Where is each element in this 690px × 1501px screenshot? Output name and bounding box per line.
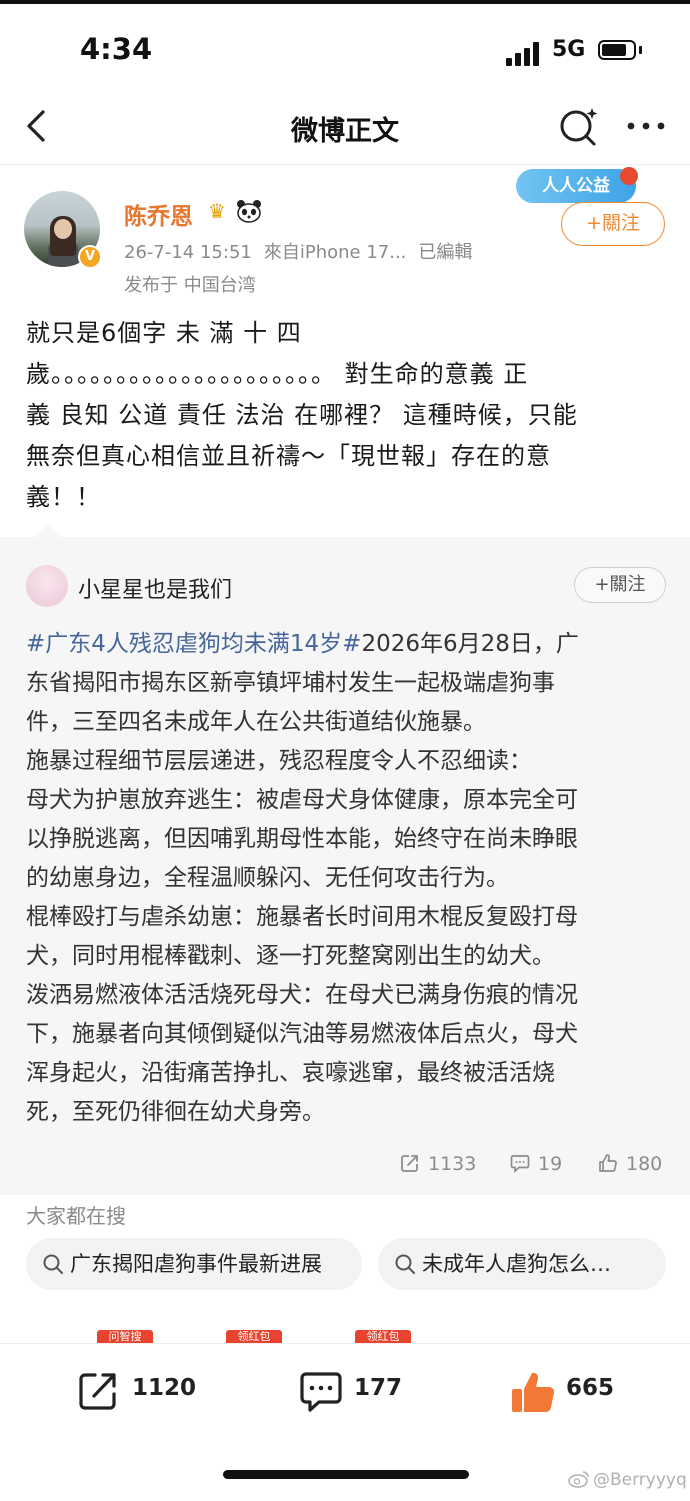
- status-time: 4:34: [80, 32, 153, 66]
- home-indicator[interactable]: [223, 1470, 469, 1479]
- post-edited: 已編輯: [418, 242, 473, 263]
- search-icon[interactable]: [557, 104, 601, 148]
- like-icon: [512, 1372, 555, 1412]
- repost-icon: [79, 1373, 116, 1410]
- quoted-text-line: 死，至死仍徘徊在幼犬身旁。: [26, 1099, 325, 1125]
- quoted-text-line: 施暴过程细节层层递进，残忍程度令人不忍细读：: [26, 748, 532, 774]
- panda-icon: [236, 199, 262, 228]
- trending-heading: 大家都在搜: [26, 1204, 126, 1228]
- watermark-text: @Berryyyq: [593, 1470, 687, 1490]
- post-meta: 26-7-14 15:51 來自iPhone 17... 已編輯: [124, 238, 484, 264]
- trending-searches: 大家都在搜 广东揭阳虐狗事件最新进展 未成年人虐狗怎么… 问智搜 领红包 领红包: [0, 1195, 690, 1344]
- repost-button[interactable]: 1120: [76, 1369, 196, 1413]
- like-icon: [599, 1154, 617, 1172]
- comment-count: 177: [354, 1375, 403, 1401]
- quoted-text-line: 棍棒殴打与虐杀幼崽：施暴者长时间用木棍反复殴打母: [26, 904, 578, 930]
- battery-icon: [598, 40, 636, 60]
- repost-count: 1120: [132, 1375, 197, 1401]
- status-bar: 4:34 5G: [0, 4, 690, 94]
- search-icon: [395, 1254, 415, 1274]
- promo-tag: 问智搜: [97, 1330, 153, 1344]
- quoted-text-line: 浑身起火，沿街痛苦挣扎、哀嚎逃窜，最终被活活烧: [26, 1060, 555, 1086]
- quoted-text-first-rest: 2026年6月28日，广: [361, 631, 579, 657]
- post-text-line: 義！！: [26, 483, 101, 511]
- comment-icon: [510, 1155, 530, 1173]
- quoted-repost-stat[interactable]: 1133: [400, 1153, 476, 1175]
- repost-icon: [401, 1155, 418, 1172]
- quoted-comment-count: 19: [538, 1153, 563, 1175]
- quoted-post-body: #广东4人残忍虐狗均未满14岁#2026年6月28日，广 东省揭阳市揭东区新亭镇…: [26, 625, 671, 1132]
- quoted-text-line: 犬，同时用棍棒戳刺、逐一打死整窝刚出生的幼犬。: [26, 943, 555, 969]
- promo-tag: 领红包: [226, 1330, 282, 1344]
- post-location: 发布于 中国台湾: [124, 275, 256, 296]
- quoted-comment-stat[interactable]: 19: [510, 1153, 562, 1175]
- quoted-post[interactable]: 小星星也是我们 +關注 #广东4人残忍虐狗均未满14岁#2026年6月28日，广…: [0, 525, 690, 1195]
- network-label: 5G: [552, 37, 586, 62]
- trending-chip[interactable]: 广东揭阳虐狗事件最新进展: [26, 1238, 362, 1290]
- quoted-text-line: 件，三至四名未成年人在公共街道结伙施暴。: [26, 709, 486, 735]
- quoted-text-line: 母犬为护崽放弃逃生：被虐母犬身体健康，原本完全可: [26, 787, 578, 813]
- quoted-text-line: 下，施暴者向其倾倒疑似汽油等易燃液体后点火，母犬: [26, 1021, 578, 1047]
- charity-mascot-icon: [620, 167, 638, 185]
- trending-chip-label: 未成年人虐狗怎么…: [422, 1252, 611, 1276]
- like-count: 665: [566, 1375, 615, 1401]
- trending-chip[interactable]: 未成年人虐狗怎么…: [378, 1238, 666, 1290]
- hashtag-link[interactable]: #广东4人残忍虐狗均未满14岁#: [26, 631, 361, 657]
- promo-tag: 领红包: [355, 1330, 411, 1344]
- crown-icon: ♛: [208, 199, 226, 223]
- quote-notch: [36, 525, 60, 537]
- more-icon[interactable]: [623, 108, 669, 144]
- quoted-repost-count: 1133: [428, 1153, 477, 1175]
- main-post: V 陈乔恩 ♛ 人人公益 +關注 26-7-14 15:51 來自iPhone 1…: [0, 165, 690, 537]
- verified-badge-icon: V: [78, 245, 102, 269]
- author-name[interactable]: 陈乔恩: [124, 197, 193, 231]
- quoted-text-line: 泼洒易燃液体活活烧死母犬：在母犬已满身伤痕的情况: [26, 982, 578, 1008]
- quoted-text-line: #广东4人残忍虐狗均未满14岁#2026年6月28日，广: [26, 625, 671, 664]
- quoted-author-avatar[interactable]: [26, 565, 68, 607]
- post-text-line: 無奈但真心相信並且祈禱～「現世報」存在的意: [26, 442, 551, 470]
- quoted-text-line: 以挣脱逃离，但因哺乳期母性本能，始终守在尚未睁眼: [26, 826, 578, 852]
- quoted-follow-button[interactable]: +關注: [574, 567, 666, 603]
- like-button[interactable]: 665: [510, 1369, 620, 1413]
- comment-button[interactable]: 177: [298, 1369, 408, 1413]
- comment-icon: [300, 1372, 342, 1412]
- quoted-author-name[interactable]: 小星星也是我们: [78, 572, 232, 604]
- post-text-line: 義 良知 公道 責任 法治 在哪裡？ 這種時候，只能: [26, 401, 578, 429]
- quoted-like-stat[interactable]: 180: [598, 1153, 662, 1175]
- charity-badge[interactable]: 人人公益: [516, 169, 636, 203]
- post-body: 就只是6個字 未 滿 十 四 歲。。。。。。。。。。。。。。。。。。。。。 對生…: [26, 313, 666, 518]
- post-text-line: 歲。。。。。。。。。。。。。。。。。。。。。 對生命的意義 正: [26, 360, 529, 388]
- follow-button[interactable]: +關注: [561, 202, 665, 246]
- post-text-line: 就只是6個字 未 滿 十 四: [26, 319, 302, 347]
- battery-tip: [639, 46, 642, 54]
- post-time: 26-7-14 15:51: [124, 242, 252, 263]
- post-source: 來自iPhone 17...: [263, 242, 407, 263]
- nav-bar: 微博正文: [0, 94, 690, 165]
- quoted-like-count: 180: [626, 1153, 663, 1175]
- search-icon: [43, 1254, 63, 1274]
- watermark: @Berryyyq: [568, 1470, 687, 1490]
- quoted-stats: 1133 19 180: [0, 1149, 690, 1185]
- weibo-logo-icon: [568, 1471, 589, 1488]
- trending-chip-label: 广东揭阳虐狗事件最新进展: [70, 1252, 322, 1276]
- quoted-text-line: 东省揭阳市揭东区新亭镇坪埔村发生一起极端虐狗事: [26, 670, 555, 696]
- quoted-text-line: 的幼崽身边，全程温顺躲闪、无任何攻击行为。: [26, 865, 509, 891]
- signal-icon: [506, 42, 542, 66]
